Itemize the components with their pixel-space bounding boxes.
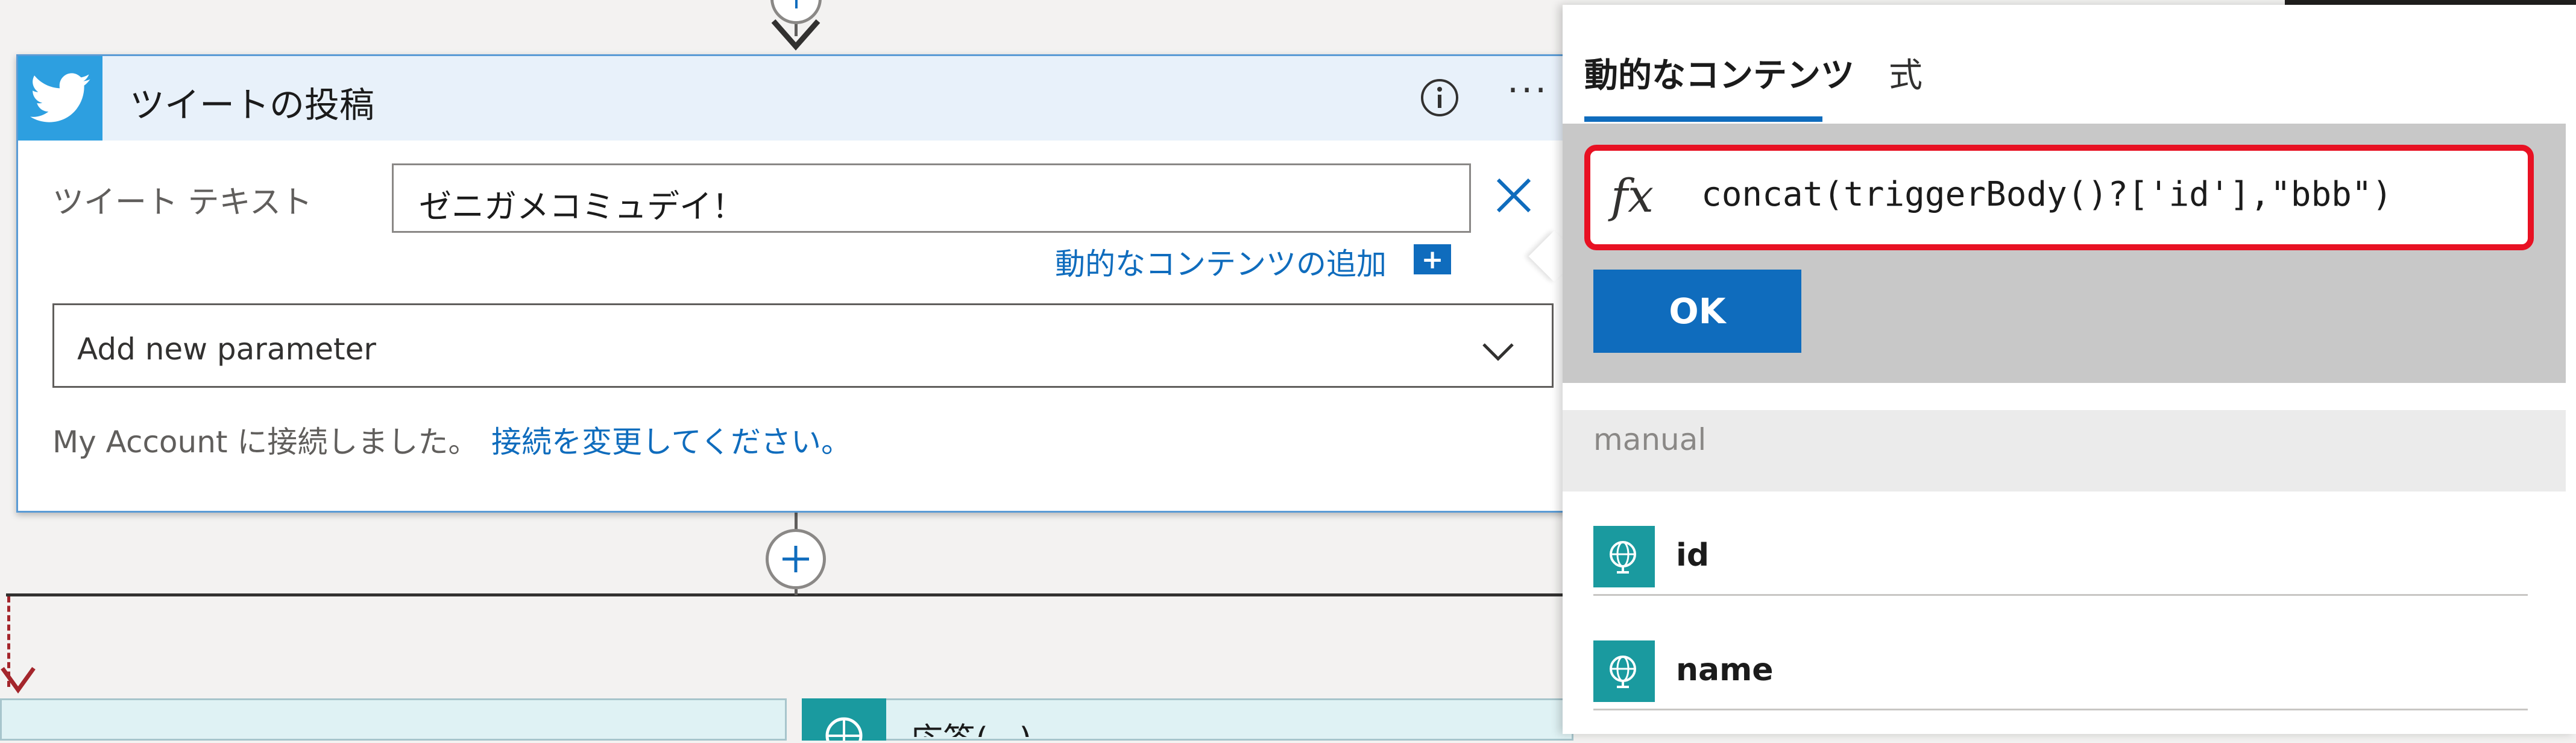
active-tab-underline (1584, 116, 1822, 122)
globe-icon-svg (1610, 541, 1636, 574)
section-header (1563, 410, 2566, 492)
close-icon[interactable] (1492, 174, 1535, 217)
lower-card-left[interactable] (0, 698, 787, 741)
dynamic-item-label: name (1676, 652, 1774, 688)
more-options-icon[interactable]: ··· (1507, 69, 1549, 112)
arrow-down-icon (771, 19, 820, 51)
plus-icon (795, 0, 798, 8)
card-title: ツイートの投稿 (130, 84, 375, 125)
dynamic-item-label: id (1676, 537, 1710, 574)
twitter-icon-box (18, 56, 102, 141)
failure-arrow-icon (1, 666, 36, 694)
info-icon[interactable] (1420, 78, 1460, 118)
globe-icon (825, 717, 863, 743)
add-dynamic-content-icon[interactable]: + (1414, 244, 1451, 275)
globe-icon (1593, 640, 1655, 702)
globe-icon-svg (1610, 656, 1636, 688)
lower-card-title: 応答(...) (910, 713, 1032, 737)
tab-expression[interactable]: 式 (1889, 48, 1923, 97)
branch-horizontal-line (6, 593, 1573, 596)
tweet-action-card[interactable]: ツイートの投稿 ··· ツイート テキスト ゼニガメコミュデイ！ 動的なコンテン… (16, 54, 1596, 513)
tweet-text-input[interactable]: ゼニガメコミュデイ！ (392, 163, 1471, 233)
plus-icon (783, 546, 809, 572)
add-step-button-mid[interactable] (766, 529, 826, 589)
tab-dynamic-content[interactable]: 動的なコンテンツ (1584, 48, 1854, 97)
change-connection-link[interactable]: 接続を変更してください。 (491, 418, 851, 461)
connection-status-text: My Account に接続しました。 (52, 425, 479, 460)
expression-input[interactable]: concat(triggerBody()?['id'],"bbb") (1701, 175, 2392, 214)
add-dynamic-content-link[interactable]: 動的なコンテンツの追加 (1055, 240, 1387, 283)
section-title: manual (1593, 422, 1707, 457)
globe-icon (1593, 526, 1655, 587)
lower-card-icon-box (802, 698, 886, 743)
fx-icon: fx (1611, 169, 1654, 223)
twitter-bird-icon (30, 73, 90, 122)
dynamic-item-id[interactable]: id (1593, 516, 2528, 596)
dynamic-item-name[interactable]: name (1593, 630, 2528, 710)
chevron-down-icon[interactable] (1480, 340, 1516, 364)
ok-button[interactable]: OK (1593, 270, 1801, 353)
add-new-parameter-select[interactable]: Add new parameter (52, 303, 1554, 388)
card-header[interactable]: ツイートの投稿 ··· (18, 56, 1594, 141)
connector-line-join (795, 589, 798, 595)
tweet-text-label: ツイート テキスト (52, 185, 312, 221)
